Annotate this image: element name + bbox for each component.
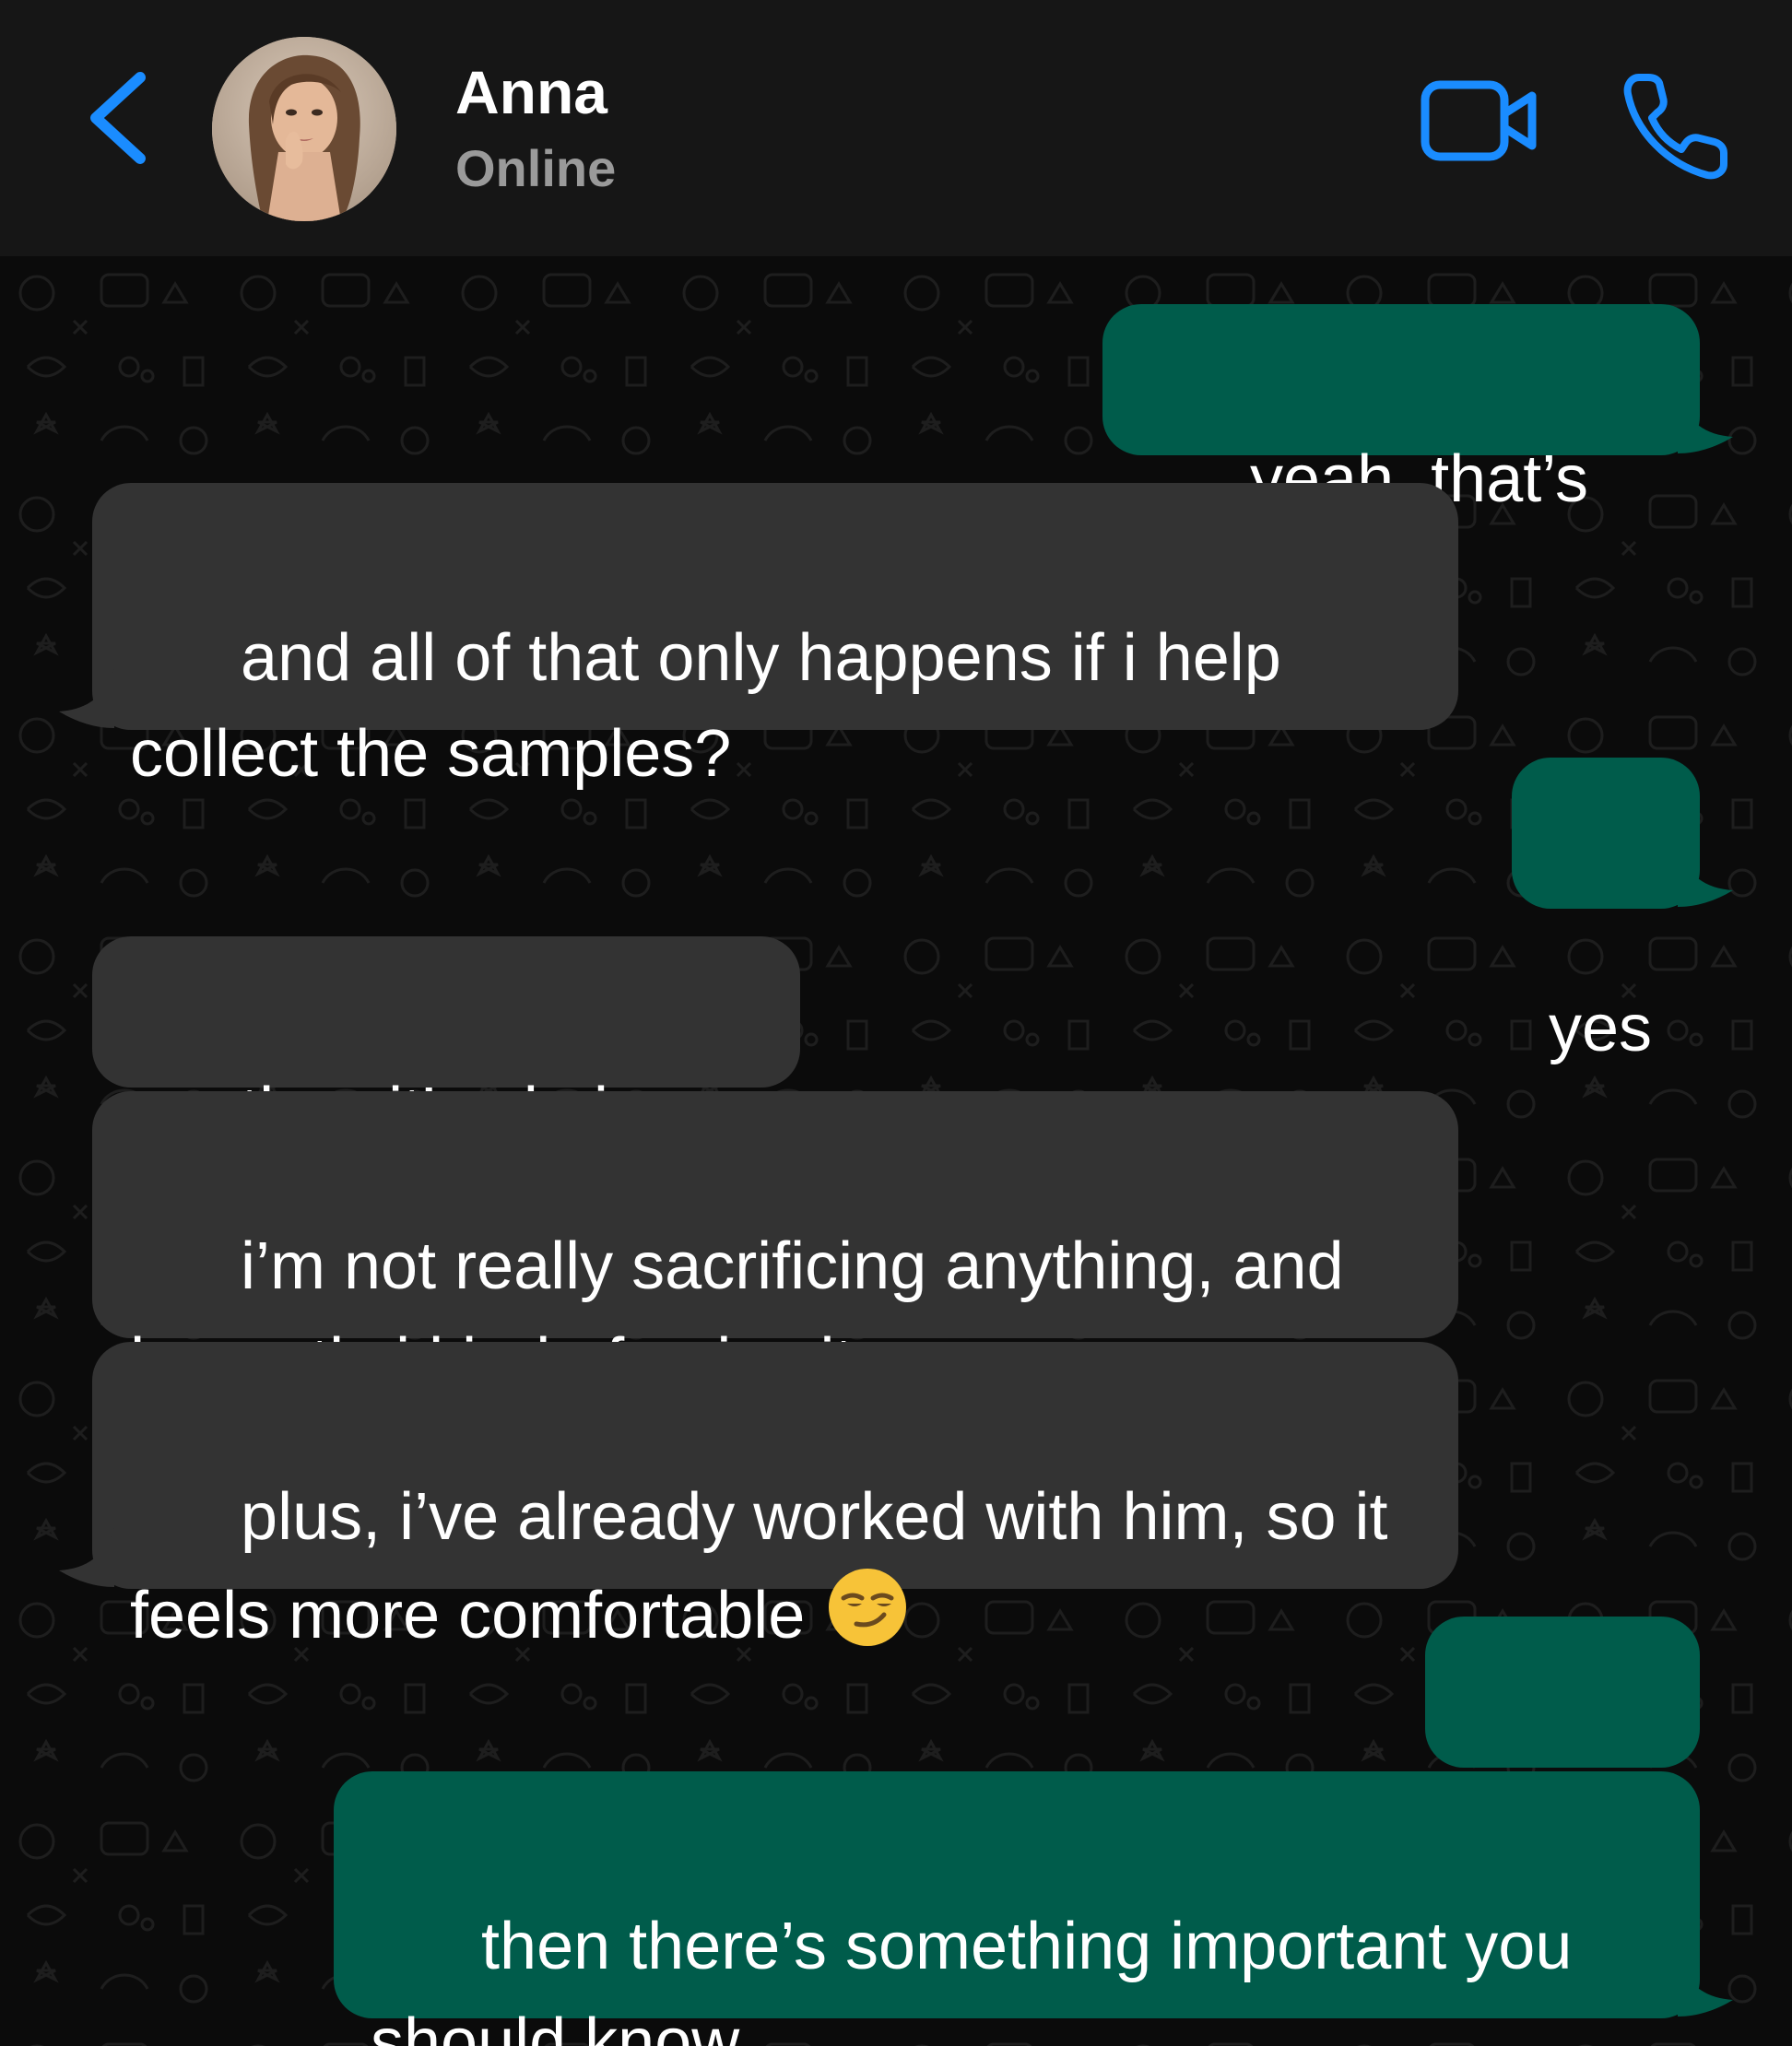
video-call-icon: [1421, 80, 1537, 161]
smirking-face-emoji: [825, 1565, 910, 1676]
contact-status: Online: [455, 139, 617, 197]
back-button[interactable]: [76, 63, 168, 173]
bubble-tail: [1678, 1958, 1733, 2017]
message-bubble-incoming[interactable]: plus, i’ve already worked with him, so i…: [92, 1342, 1458, 1652]
contact-avatar[interactable]: [212, 37, 396, 221]
avatar-photo: [212, 37, 396, 221]
bubble-tail: [59, 1528, 114, 1587]
chat-screen: Anna Online yeah, that’s and all of that…: [0, 0, 1792, 2046]
back-chevron-icon: [90, 72, 146, 164]
message-bubble-outgoing[interactable]: yeah, that’s true: [1102, 304, 1700, 612]
contact-name[interactable]: Anna: [455, 55, 607, 129]
message-bubble-outgoing[interactable]: yes: [1512, 758, 1700, 1065]
bubble-tail: [59, 669, 114, 728]
phone-call-icon: [1623, 74, 1727, 180]
message-list[interactable]: yeah, that’s true and all of that only h…: [0, 256, 1792, 2046]
bubble-tail: [1678, 848, 1733, 907]
chat-header: Anna Online: [0, 0, 1792, 256]
video-call-button[interactable]: [1418, 72, 1547, 173]
message-bubble-incoming[interactable]: i’m not really sacrificing anything, and…: [92, 1091, 1458, 1399]
message-bubble-outgoing[interactable]: then there’s something important you sho…: [334, 1771, 1700, 2046]
message-bubble-incoming[interactable]: then it’s obvious: [92, 936, 800, 1248]
bubble-tail: [1678, 394, 1733, 453]
message-bubble-outgoing[interactable]: alright: [1425, 1617, 1700, 1924]
message-text: yes: [1549, 992, 1653, 1065]
phone-call-button[interactable]: [1619, 65, 1739, 184]
message-bubble-incoming[interactable]: and all of that only happens if i help c…: [92, 483, 1458, 791]
